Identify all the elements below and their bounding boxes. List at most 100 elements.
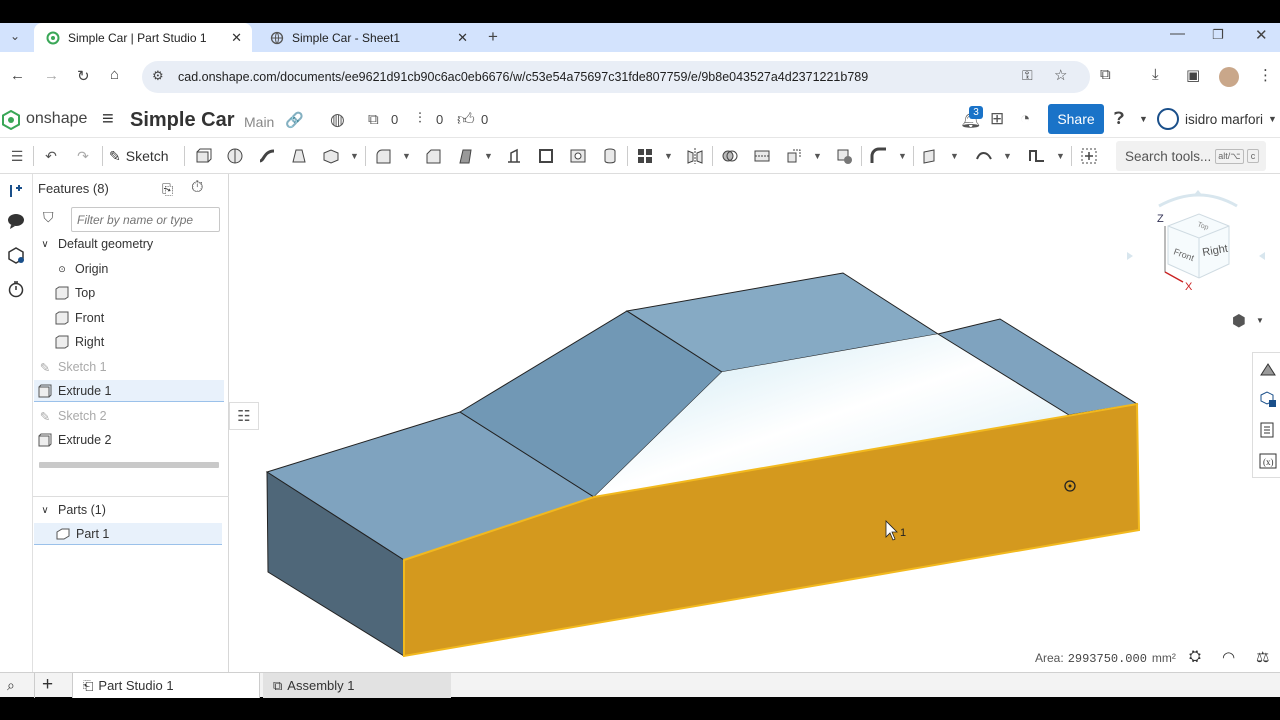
browser-tab-part-studio[interactable]: Simple Car | Part Studio 1 ✕ [34, 23, 252, 52]
appearance-panel-icon[interactable] [1259, 361, 1277, 379]
password-key-icon[interactable]: ⚿ [1022, 67, 1033, 84]
user-menu-chevron-icon[interactable]: ▼ [1268, 114, 1277, 124]
close-tab-icon[interactable]: ✕ [457, 30, 468, 46]
tab-search-chevron-icon[interactable]: ⌄ [10, 29, 20, 43]
user-name[interactable]: isidro marfori [1185, 112, 1263, 127]
delete-part-icon[interactable] [835, 147, 853, 165]
extrude-icon[interactable] [194, 147, 212, 165]
branch-label[interactable]: Main [244, 114, 274, 130]
like-icon[interactable]: 👍︎ [457, 109, 475, 130]
filter-input[interactable] [71, 207, 220, 232]
default-geometry-group[interactable]: ∨ Default geometry [36, 233, 226, 255]
part-item-1[interactable]: Part 1 [34, 523, 222, 545]
thicken-icon[interactable] [322, 147, 340, 165]
feature-item-extrude-1[interactable]: Extrude 1 [34, 380, 224, 402]
new-tab-icon[interactable]: + [488, 27, 498, 47]
timer-icon[interactable] [7, 280, 25, 298]
search-tools-field[interactable]: Search tools... alt/⌥ c [1116, 141, 1266, 171]
profile-avatar[interactable] [1219, 67, 1239, 87]
parts-group[interactable]: ∨ Parts (1) [36, 499, 226, 521]
curvature-tool-icon[interactable]: ◠ [1222, 648, 1235, 666]
chevron-down-icon[interactable]: ∨ [38, 237, 52, 251]
help-icon[interactable]: ❓︎ [1114, 109, 1124, 129]
close-window-icon[interactable]: ✕ [1255, 26, 1268, 44]
feature-item-top[interactable]: Top [55, 282, 245, 304]
bom-icon[interactable] [1259, 421, 1277, 439]
transform-icon[interactable] [785, 147, 803, 165]
learning-center-icon[interactable]: ◔ [1020, 109, 1030, 129]
user-avatar-icon[interactable] [1157, 108, 1179, 130]
boolean-icon[interactable] [721, 147, 739, 165]
sweep-icon[interactable] [258, 147, 276, 165]
restore-icon[interactable]: ❐ [1212, 27, 1224, 43]
chevron-down-icon[interactable]: ∨ [38, 503, 52, 517]
draft-icon[interactable] [456, 147, 474, 165]
bookmark-star-icon[interactable]: ☆ [1054, 66, 1067, 84]
app-store-icon[interactable]: ⊞ [990, 109, 1004, 129]
reload-icon[interactable]: ↻ [77, 67, 90, 85]
sheet-metal-icon[interactable] [1028, 147, 1046, 165]
view-cube[interactable]: Top Front Right Z X [1119, 186, 1269, 306]
document-title[interactable]: Simple Car [130, 109, 234, 132]
extensions-icon[interactable]: ⧉ [1100, 66, 1111, 83]
graphics-viewport[interactable]: ☷ 1 Top Front Right Z X ⬢ ▼ Area: 299375… [229, 174, 1280, 672]
mirror-icon[interactable] [686, 147, 704, 165]
tab-manager-icon[interactable]: ⌕ [7, 677, 15, 694]
revolve-icon[interactable] [226, 147, 244, 165]
feature-item-sketch-1[interactable]: ✎ Sketch 1 [38, 356, 228, 378]
rib-icon[interactable] [505, 147, 523, 165]
hamburger-menu-icon[interactable]: ≡ [102, 108, 114, 131]
home-icon[interactable]: ⌂ [110, 66, 119, 83]
help-chevron-icon[interactable]: ▼ [1139, 114, 1148, 124]
browser-menu-icon[interactable]: ⋮ [1258, 66, 1273, 84]
add-custom-feature-icon[interactable] [1080, 147, 1098, 165]
modify-fillet-icon[interactable] [870, 147, 888, 165]
surface-icon[interactable] [975, 147, 993, 165]
add-tab-icon[interactable]: + [42, 674, 53, 696]
feature-item-origin[interactable]: ⊙ Origin [55, 258, 245, 280]
link-icon[interactable]: 🔗 [285, 111, 304, 129]
side-panel-icon[interactable]: ▣ [1186, 66, 1200, 84]
rollback-bar[interactable] [39, 462, 219, 468]
plane-icon[interactable] [922, 147, 940, 165]
fillet-icon[interactable] [374, 147, 392, 165]
tab-part-studio-1[interactable]: ⎗ Part Studio 1 [72, 673, 260, 698]
configurations-icon[interactable] [1259, 390, 1277, 408]
hole-icon[interactable] [569, 147, 587, 165]
undo-icon[interactable]: ↶ [42, 147, 60, 165]
rollback-timer-icon[interactable]: ⏱︎ [191, 179, 203, 197]
feature-item-right[interactable]: Right [55, 331, 245, 353]
redo-icon[interactable]: ↷ [74, 147, 92, 165]
close-tab-icon[interactable]: ✕ [231, 30, 242, 46]
loft-icon[interactable] [290, 147, 308, 165]
cylinder-icon[interactable] [601, 147, 619, 165]
tab-assembly-1[interactable]: ⧉ Assembly 1 [263, 673, 451, 698]
site-info-icon[interactable]: ⚙ [152, 68, 164, 84]
globe-public-icon[interactable]: ◍ [330, 110, 345, 130]
forward-icon[interactable]: → [44, 67, 59, 84]
branch-icon[interactable]: ⫶ [418, 110, 422, 127]
address-bar[interactable]: ⚙ cad.onshape.com/documents/ee9621d91cb9… [142, 61, 1090, 93]
minimize-icon[interactable]: — [1170, 25, 1185, 42]
view-cube-menu-icon[interactable]: ⬢ [1232, 311, 1246, 331]
insert-icon[interactable] [7, 182, 25, 200]
versions-icon[interactable]: ⧉ [368, 111, 379, 128]
share-button[interactable]: Share [1048, 104, 1104, 134]
measure-tool-icon[interactable]: ⛭ [1189, 648, 1201, 665]
add-folder-icon[interactable]: ⎘ [162, 181, 173, 198]
mass-properties-icon[interactable]: ⚖︎ [1256, 648, 1269, 666]
feature-list-toggle-icon[interactable]: ☰ [6, 147, 28, 165]
shell-icon[interactable] [537, 147, 555, 165]
sketch-button[interactable]: ✎ Sketch [109, 145, 169, 167]
feature-item-sketch-2[interactable]: ✎ Sketch 2 [38, 405, 228, 427]
parts-configuration-icon[interactable] [7, 246, 25, 264]
feature-item-front[interactable]: Front [55, 307, 245, 329]
feature-item-extrude-2[interactable]: Extrude 2 [38, 429, 228, 451]
download-icon[interactable]: ⤓ [1152, 66, 1159, 83]
variable-table-icon[interactable]: (x) [1259, 452, 1277, 470]
browser-tab-sheet[interactable]: Simple Car - Sheet1 ✕ [258, 23, 478, 52]
split-icon[interactable] [753, 147, 771, 165]
pattern-icon[interactable] [636, 147, 654, 165]
chamfer-icon[interactable] [424, 147, 442, 165]
view-cube-menu-chevron-icon[interactable]: ▼ [1256, 316, 1264, 325]
